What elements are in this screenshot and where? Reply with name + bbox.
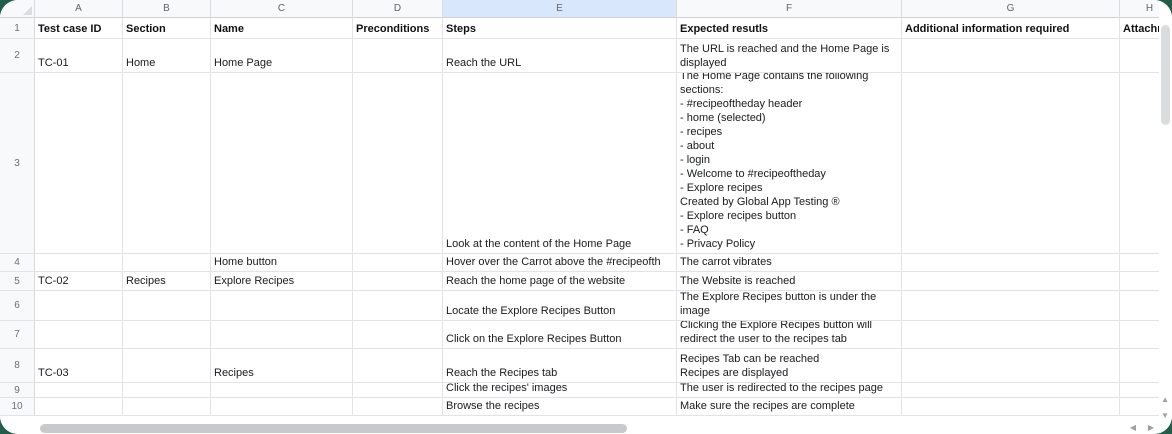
cell-F4[interactable]: The carrot vibrates — [677, 254, 902, 272]
cell-G7[interactable] — [902, 321, 1120, 349]
column-header-f[interactable]: F — [677, 0, 902, 18]
cell-E9[interactable]: Click the recipes' images — [443, 383, 677, 398]
cell-A3[interactable] — [35, 73, 123, 254]
cell-A4[interactable] — [35, 254, 123, 272]
cell-A1[interactable]: Test case ID — [35, 18, 123, 39]
cell-C8[interactable]: Recipes — [211, 349, 353, 383]
cell-C9[interactable] — [211, 383, 353, 398]
cell-E3[interactable]: Look at the content of the Home Page — [443, 73, 677, 254]
cell-E5[interactable]: Reach the home page of the website — [443, 272, 677, 291]
scroll-up-icon[interactable]: ▲ — [1161, 396, 1169, 404]
cell-G2[interactable] — [902, 39, 1120, 73]
cell-A2[interactable]: TC-01 — [35, 39, 123, 73]
row-header-6[interactable]: 6 — [0, 291, 35, 321]
select-all-triangle-icon — [23, 6, 32, 15]
cell-E10[interactable]: Browse the recipes — [443, 398, 677, 416]
cell-A9[interactable] — [35, 383, 123, 398]
cell-C7[interactable] — [211, 321, 353, 349]
cell-A5[interactable]: TC-02 — [35, 272, 123, 291]
cell-G9[interactable] — [902, 383, 1120, 398]
cell-G8[interactable] — [902, 349, 1120, 383]
cell-B5[interactable]: Recipes — [123, 272, 211, 291]
cell-F5[interactable]: The Website is reached — [677, 272, 902, 291]
row-header-10[interactable]: 10 — [0, 398, 35, 416]
column-header-b[interactable]: B — [123, 0, 211, 18]
cell-F10[interactable]: Make sure the recipes are complete — [677, 398, 902, 416]
row-header-2[interactable]: 2 — [0, 39, 35, 73]
row-header-3[interactable]: 3 — [0, 73, 35, 254]
cell-B4[interactable] — [123, 254, 211, 272]
cell-G1[interactable]: Additional information required — [902, 18, 1120, 39]
cell-D8[interactable] — [353, 349, 443, 383]
cell-D5[interactable] — [353, 272, 443, 291]
row-header-5[interactable]: 5 — [0, 272, 35, 291]
cell-B2[interactable]: Home — [123, 39, 211, 73]
cell-D1[interactable]: Preconditions — [353, 18, 443, 39]
cell-C6[interactable] — [211, 291, 353, 321]
cell-B7[interactable] — [123, 321, 211, 349]
cell-D6[interactable] — [353, 291, 443, 321]
cell-B10[interactable] — [123, 398, 211, 416]
cell-D10[interactable] — [353, 398, 443, 416]
cell-B3[interactable] — [123, 73, 211, 254]
column-header-c[interactable]: C — [211, 0, 353, 18]
cell-A10[interactable] — [35, 398, 123, 416]
row-header-7[interactable]: 7 — [0, 321, 35, 349]
cell-G5[interactable] — [902, 272, 1120, 291]
cell-A8[interactable]: TC-03 — [35, 349, 123, 383]
scroll-down-icon[interactable]: ▼ — [1161, 412, 1169, 420]
cell-C5[interactable]: Explore Recipes — [211, 272, 353, 291]
cell-A7[interactable] — [35, 321, 123, 349]
cell-G4[interactable] — [902, 254, 1120, 272]
cell-D9[interactable] — [353, 383, 443, 398]
cell-B8[interactable] — [123, 349, 211, 383]
cell-B9[interactable] — [123, 383, 211, 398]
cell-F7[interactable]: Clicking the Explore Recipes button will… — [677, 321, 902, 349]
cell-C2[interactable]: Home Page — [211, 39, 353, 73]
cell-C1[interactable]: Name — [211, 18, 353, 39]
vertical-scrollbar-thumb[interactable] — [1161, 25, 1170, 125]
select-all-corner[interactable] — [0, 0, 35, 18]
row-header-4[interactable]: 4 — [0, 254, 35, 272]
column-header-e[interactable]: E — [443, 0, 677, 18]
cell-E4[interactable]: Hover over the Carrot above the #recipeo… — [443, 254, 677, 272]
scroll-right-icon[interactable]: ▶ — [1148, 424, 1154, 432]
cell-F2[interactable]: The URL is reached and the Home Page is … — [677, 39, 902, 73]
cell-G10[interactable] — [902, 398, 1120, 416]
cell-F3[interactable]: The Home Page contains the following sec… — [677, 73, 902, 254]
row-header-1[interactable]: 1 — [0, 18, 35, 39]
row-header-9[interactable]: 9 — [0, 383, 35, 398]
cell-E7[interactable]: Click on the Explore Recipes Button — [443, 321, 677, 349]
cell-A6[interactable] — [35, 291, 123, 321]
scroll-left-icon[interactable]: ◀ — [1130, 424, 1136, 432]
cell-D3[interactable] — [353, 73, 443, 254]
cell-F9[interactable]: The user is redirected to the recipes pa… — [677, 383, 902, 398]
cell-C10[interactable] — [211, 398, 353, 416]
cell-B1[interactable]: Section — [123, 18, 211, 39]
spreadsheet-frame: ABCDEFGH1Test case IDSectionNamePrecondi… — [0, 0, 1172, 434]
column-header-d[interactable]: D — [353, 0, 443, 18]
cell-C4[interactable]: Home button — [211, 254, 353, 272]
cell-B6[interactable] — [123, 291, 211, 321]
cell-E2[interactable]: Reach the URL — [443, 39, 677, 73]
cell-F1[interactable]: Expected resutls — [677, 18, 902, 39]
cell-G6[interactable] — [902, 291, 1120, 321]
cell-E8[interactable]: Reach the Recipes tab — [443, 349, 677, 383]
cell-E6[interactable]: Locate the Explore Recipes Button — [443, 291, 677, 321]
cell-D7[interactable] — [353, 321, 443, 349]
sheet-grid: ABCDEFGH1Test case IDSectionNamePrecondi… — [0, 0, 1172, 416]
cell-D4[interactable] — [353, 254, 443, 272]
cell-G3[interactable] — [902, 73, 1120, 254]
cell-E1[interactable]: Steps — [443, 18, 677, 39]
row-header-8[interactable]: 8 — [0, 349, 35, 383]
cell-C3[interactable] — [211, 73, 353, 254]
cell-F6[interactable]: The Explore Recipes button is under the … — [677, 291, 902, 321]
horizontal-scrollbar-thumb[interactable] — [40, 424, 627, 433]
cell-D2[interactable] — [353, 39, 443, 73]
column-header-a[interactable]: A — [35, 0, 123, 18]
cell-F8[interactable]: Recipes Tab can be reached Recipes are d… — [677, 349, 902, 383]
column-header-g[interactable]: G — [902, 0, 1120, 18]
